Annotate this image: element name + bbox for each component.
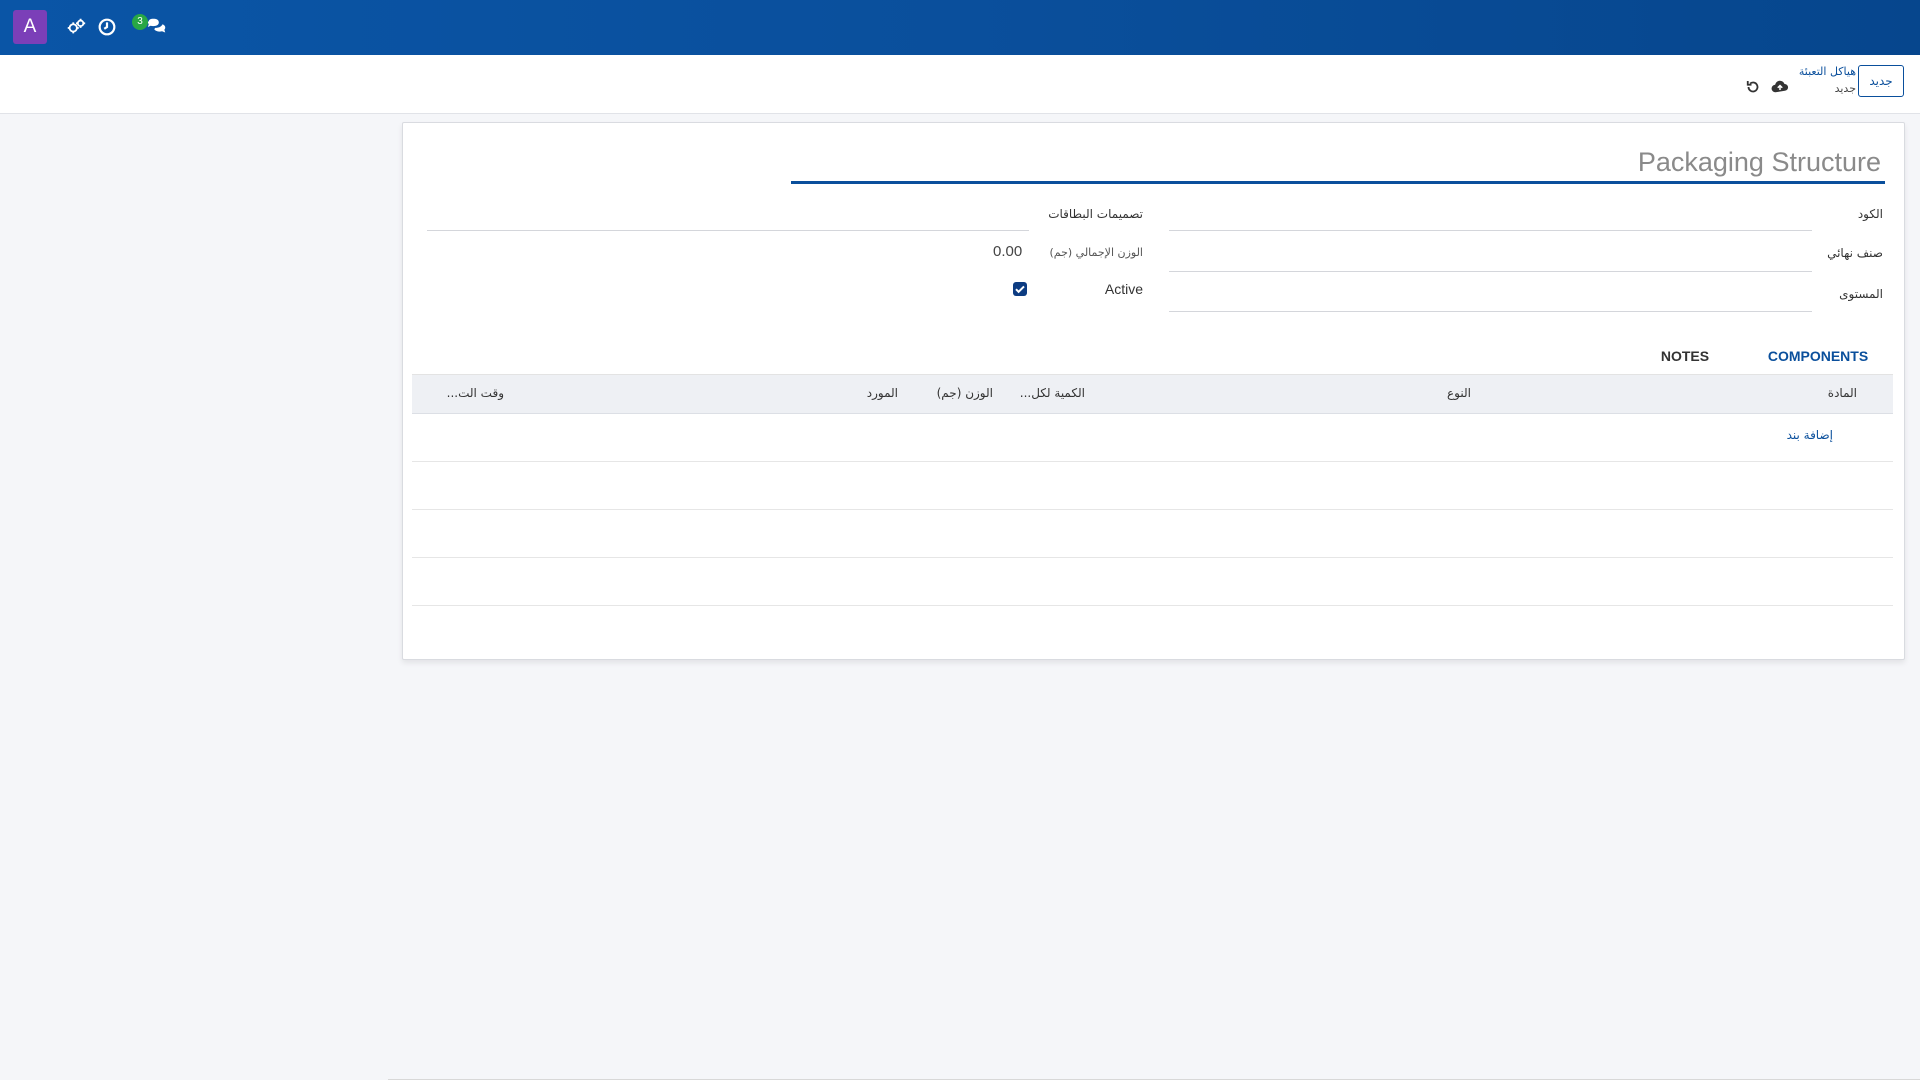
active-label: Active <box>1104 281 1143 297</box>
settings-gears-icon[interactable] <box>65 16 87 38</box>
table-row <box>412 510 1893 558</box>
level-field[interactable] <box>1169 287 1812 312</box>
breadcrumb-current: جديد <box>1834 82 1856 95</box>
breadcrumb: هياكل التعبئة جديد <box>1799 63 1856 97</box>
table-row <box>412 462 1893 510</box>
components-table-header: المادة النوع الكمية لكل... الوزن (جم) ال… <box>412 375 1893 414</box>
label-designs-label: تصميمات البطاقات <box>1048 207 1143 221</box>
chat-icon[interactable] <box>145 16 169 38</box>
column-header-lead-time[interactable]: وقت الت... <box>447 386 504 400</box>
label-designs-field[interactable] <box>427 206 1029 231</box>
message-count-badge: 3 <box>132 14 148 30</box>
column-header-qty-per[interactable]: الكمية لكل... <box>1020 386 1085 400</box>
add-line-link[interactable]: إضافة بند <box>1787 428 1833 442</box>
code-label: الكود <box>1857 207 1883 221</box>
column-header-material[interactable]: المادة <box>1828 386 1857 400</box>
table-row: إضافة بند <box>412 414 1893 462</box>
user-avatar[interactable]: A <box>13 10 47 44</box>
active-checkbox[interactable] <box>1013 282 1027 296</box>
tab-components[interactable]: COMPONENTS <box>1757 339 1879 377</box>
control-panel: جديد هياكل التعبئة جديد <box>0 55 1920 114</box>
level-label: المستوى <box>1839 287 1883 301</box>
final-category-field[interactable] <box>1169 247 1812 272</box>
table-row <box>412 558 1893 606</box>
column-header-type[interactable]: النوع <box>1447 386 1471 400</box>
breadcrumb-parent-link[interactable]: هياكل التعبئة <box>1799 63 1856 80</box>
new-button[interactable]: جديد <box>1858 65 1904 97</box>
column-header-weight[interactable]: الوزن (جم) <box>937 386 993 400</box>
clock-icon[interactable] <box>96 16 118 38</box>
final-category-label: صنف نهائي <box>1827 246 1883 260</box>
form-sheet: الكود صنف نهائي المستوى تصميمات البطاقات… <box>402 122 1905 660</box>
code-field[interactable] <box>1169 206 1812 231</box>
column-header-vendor[interactable]: المورد <box>867 386 898 400</box>
top-navbar: A 3 <box>0 0 1920 55</box>
tab-notes[interactable]: NOTES <box>1653 339 1717 375</box>
discard-undo-icon[interactable] <box>1744 78 1762 96</box>
save-cloud-icon[interactable] <box>1771 78 1789 96</box>
name-input[interactable] <box>791 143 1885 184</box>
total-weight-label: الوزن الإجمالي (جم) <box>1049 246 1143 259</box>
total-weight-value: 0.00 <box>993 243 1023 260</box>
